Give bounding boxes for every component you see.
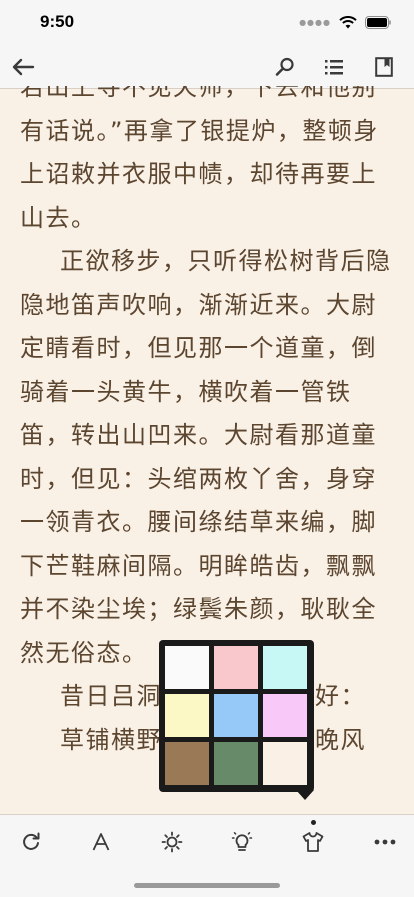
theme-shirt-icon (302, 832, 324, 852)
lightbulb-icon (231, 832, 253, 851)
toc-button[interactable] (321, 54, 347, 80)
arrow-left-icon (12, 58, 35, 76)
theme-color-popover (159, 640, 314, 792)
theme-swatch-cream[interactable] (263, 742, 307, 785)
theme-swatch-lavender[interactable] (263, 694, 307, 737)
brightness-button[interactable] (157, 827, 187, 857)
font-button[interactable] (86, 827, 116, 857)
signal-dots-icon: ●●●● (299, 17, 331, 27)
theme-swatch-white[interactable] (165, 646, 209, 689)
theme-button[interactable] (298, 827, 328, 857)
home-indicator[interactable] (134, 883, 280, 888)
reader-nav-bar (0, 44, 414, 89)
list-icon (325, 60, 343, 75)
wifi-icon (339, 15, 357, 28)
refresh-button[interactable] (16, 827, 46, 857)
back-button[interactable] (10, 54, 36, 80)
brightness-icon (161, 831, 183, 853)
status-bar: 9:50 ●●●● (0, 0, 414, 44)
search-icon (275, 57, 294, 76)
paragraph: 若山上寻不见天师，下去和他别有话说。”再拿了银提炉，整顿身上诏敕并衣服中帻，却待… (20, 86, 379, 232)
search-button[interactable] (272, 54, 298, 80)
theme-swatch-green[interactable] (214, 742, 258, 785)
popover-arrow (296, 790, 314, 800)
night-light-button[interactable] (227, 827, 257, 857)
theme-swatch-blue[interactable] (214, 694, 258, 737)
more-button[interactable] (370, 827, 400, 857)
more-icon (374, 839, 396, 845)
theme-swatch-cyan[interactable] (263, 646, 307, 689)
status-icons: ●●●● (299, 14, 392, 30)
status-time: 9:50 (40, 12, 75, 31)
font-icon (92, 833, 110, 851)
bookmark-icon (375, 57, 393, 77)
bookmark-button[interactable] (371, 54, 397, 80)
theme-swatch-yellow[interactable] (165, 694, 209, 737)
theme-swatch-pink[interactable] (214, 646, 258, 689)
refresh-icon (23, 832, 40, 850)
theme-swatch-brown[interactable] (165, 742, 209, 785)
battery-icon (365, 15, 391, 29)
paragraph: 正欲移步，只听得松树背后隐隐地笛声吹响，渐渐近来。大尉定睛看时，但见那一个道童，… (20, 247, 392, 667)
active-indicator-dot (311, 820, 316, 825)
